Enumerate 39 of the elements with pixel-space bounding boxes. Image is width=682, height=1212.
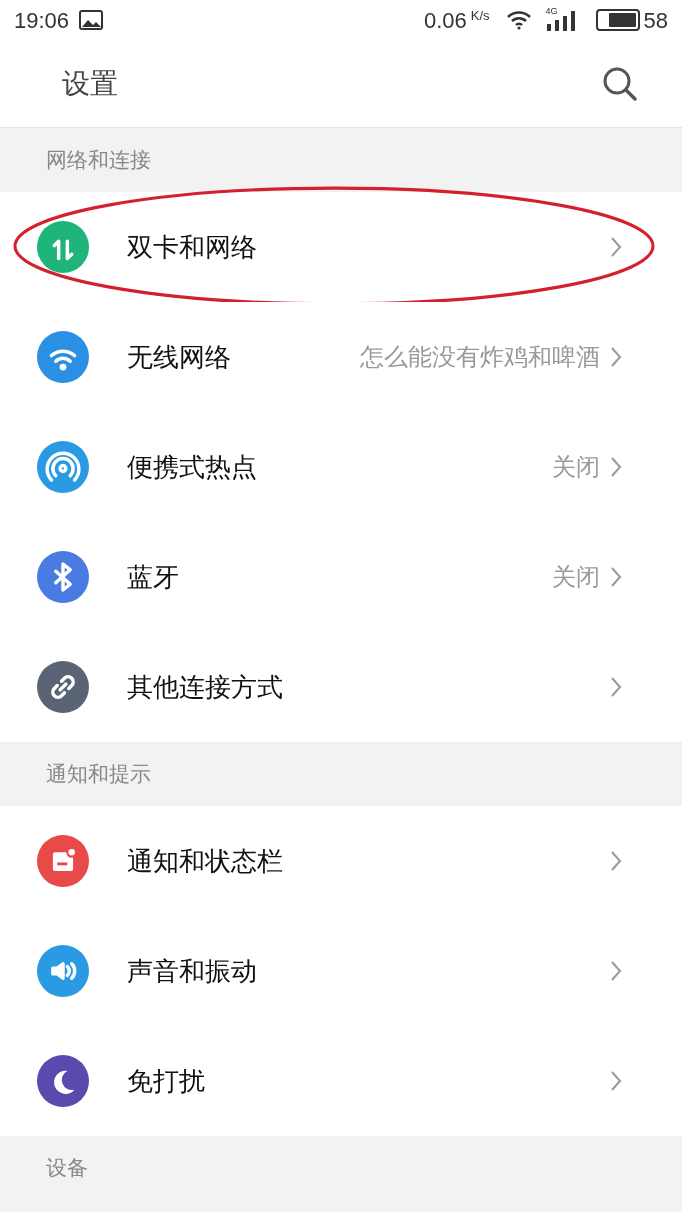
row-value: 关闭 (552, 452, 600, 482)
chevron-icon (610, 346, 622, 368)
wifi-icon (505, 10, 532, 30)
section-header: 设备 (46, 1155, 88, 1182)
settings-row[interactable]: 免打扰 (0, 1026, 682, 1136)
network-speed: 0.06 (423, 6, 467, 35)
settings-row[interactable]: 通知和状态栏 (0, 806, 682, 916)
row-label: 便携式热点 (127, 450, 257, 484)
row-label: 蓝牙 (127, 560, 179, 594)
speed-unit: K/s (470, 7, 490, 25)
chevron-icon (610, 960, 622, 982)
chevron-icon (610, 676, 622, 698)
battery-percent: 58 (643, 6, 668, 35)
chevron-icon (610, 850, 622, 872)
battery-icon (595, 9, 640, 31)
row-label: 声音和振动 (127, 954, 257, 988)
settings-row[interactable]: 无线网络 怎么能没有炸鸡和啤酒 (0, 302, 682, 412)
settings-row[interactable]: 声音和振动 (0, 916, 682, 1026)
status-time: 19:06 (14, 6, 70, 35)
row-label: 其他连接方式 (127, 670, 283, 704)
chevron-icon (610, 236, 622, 258)
row-value: 关闭 (552, 562, 600, 592)
row-label: 无线网络 (127, 340, 231, 374)
chevron-icon (610, 566, 622, 588)
section-header: 通知和提示 (46, 761, 151, 788)
row-label: 免打扰 (127, 1064, 205, 1098)
search-icon[interactable] (602, 65, 638, 102)
image-icon (79, 10, 104, 30)
row-label: 双卡和网络 (127, 230, 257, 264)
section-header: 网络和连接 (46, 147, 151, 174)
row-label: 通知和状态栏 (127, 844, 283, 878)
network-type: 4G (545, 7, 558, 16)
settings-row[interactable]: 其他连接方式 (0, 632, 682, 742)
settings-row[interactable]: 蓝牙 关闭 (0, 522, 682, 632)
settings-row[interactable]: 便携式热点 关闭 (0, 412, 682, 522)
page-title: 设置 (62, 66, 118, 101)
chevron-icon (610, 1070, 622, 1092)
row-value: 怎么能没有炸鸡和啤酒 (360, 342, 600, 372)
chevron-icon (610, 456, 622, 478)
